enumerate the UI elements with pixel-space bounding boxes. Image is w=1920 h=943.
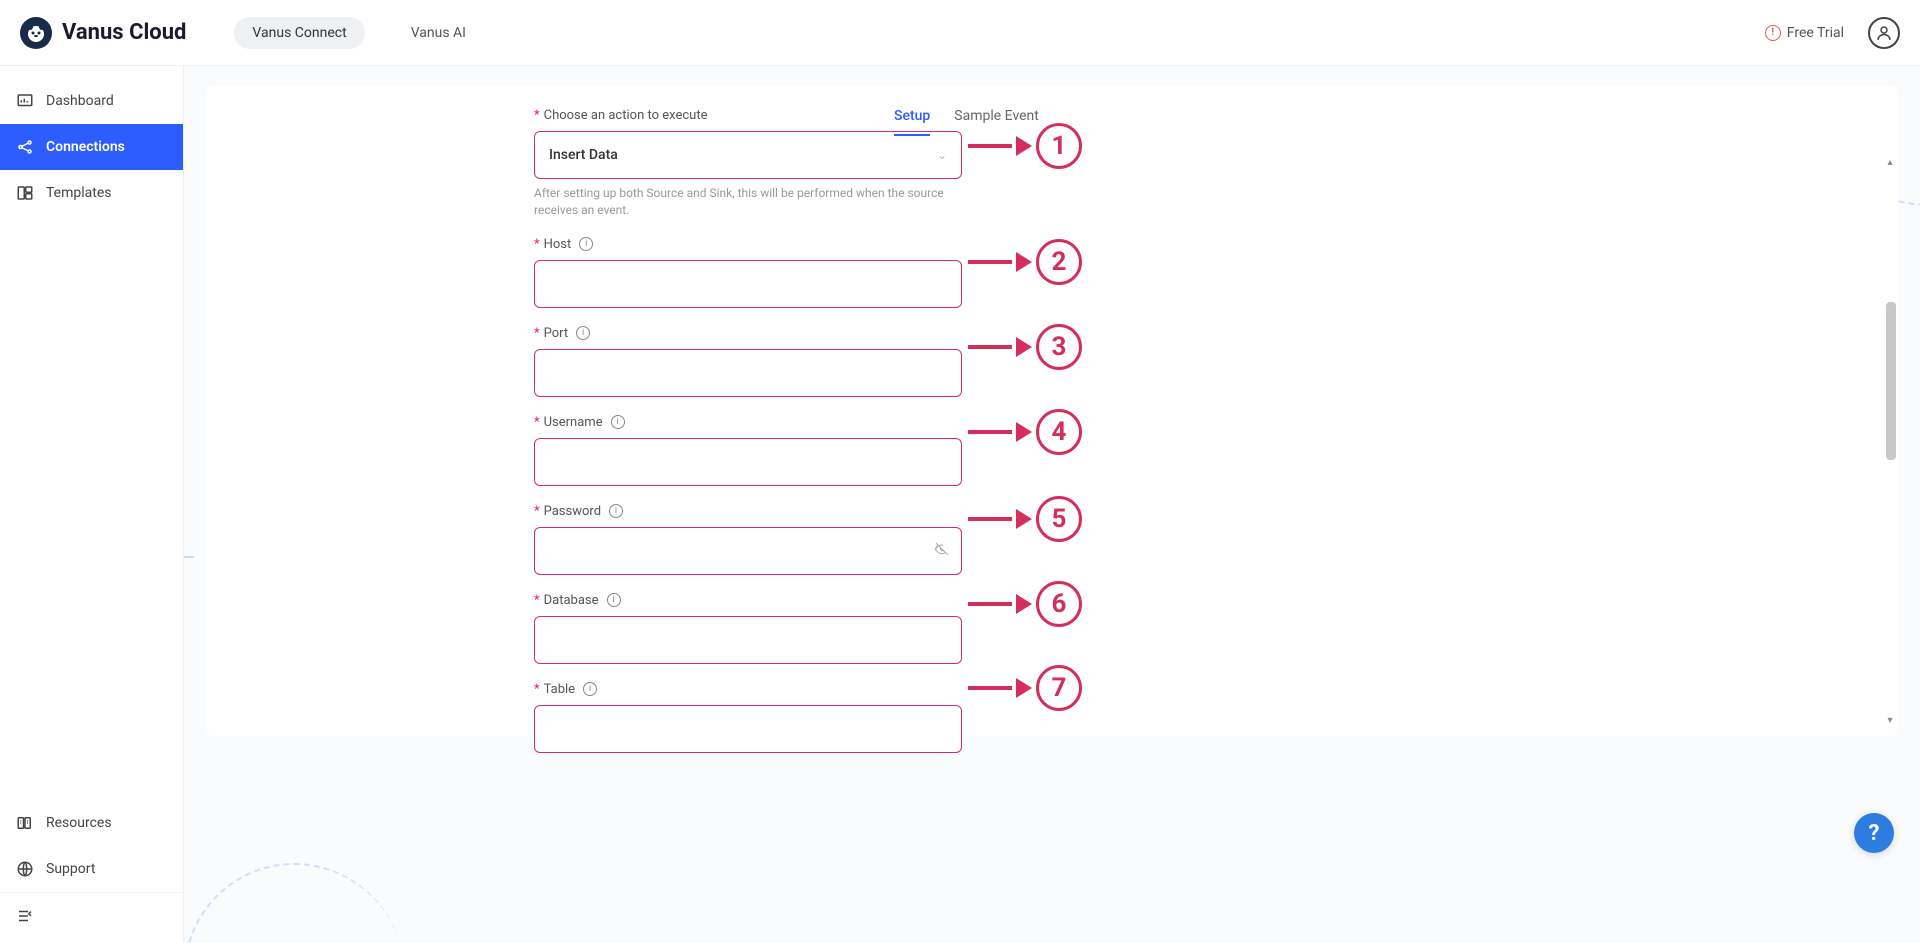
- brand-block: Vanus Cloud: [20, 17, 186, 49]
- help-fab-button[interactable]: ?: [1854, 813, 1894, 853]
- field-host: * Host i: [534, 237, 886, 308]
- info-icon[interactable]: i: [609, 504, 623, 518]
- field-username: * Username i: [534, 415, 886, 486]
- label-text: Host: [544, 237, 572, 252]
- nav-tab-connect[interactable]: Vanus Connect: [234, 17, 364, 49]
- label-text: Database: [544, 593, 599, 608]
- label-host: * Host i: [534, 237, 886, 252]
- user-icon: [1875, 24, 1893, 42]
- label-text: Table: [544, 682, 575, 697]
- alert-icon: !: [1765, 25, 1781, 41]
- tab-sample-event[interactable]: Sample Event: [954, 108, 1039, 136]
- sidebar-label: Templates: [46, 185, 112, 201]
- scroll-track[interactable]: ▴ ▾: [1884, 158, 1896, 726]
- scroll-down-icon[interactable]: ▾: [1887, 716, 1892, 726]
- user-avatar-button[interactable]: [1868, 17, 1900, 49]
- app-shell: Dashboard Connections Templates Resource…: [0, 66, 1920, 943]
- sidebar-collapse-button[interactable]: [0, 892, 183, 943]
- label-database: * Database i: [534, 593, 886, 608]
- header-right: ! Free Trial: [1765, 17, 1900, 49]
- required-star: *: [534, 504, 540, 519]
- connections-icon: [16, 138, 34, 156]
- collapse-icon: [16, 907, 34, 925]
- info-icon[interactable]: i: [583, 682, 597, 696]
- sidebar-item-connections[interactable]: Connections: [0, 124, 183, 170]
- brand-text: Vanus Cloud: [62, 20, 186, 45]
- field-table: * Table i: [534, 682, 886, 753]
- label-username: * Username i: [534, 415, 886, 430]
- label-action: * Choose an action to execute: [534, 108, 886, 123]
- free-trial-label: Free Trial: [1787, 25, 1844, 41]
- free-trial-button[interactable]: ! Free Trial: [1765, 25, 1844, 41]
- field-action: * Choose an action to execute Insert Dat…: [534, 108, 886, 219]
- required-star: *: [534, 682, 540, 697]
- scroll-thumb[interactable]: [1886, 302, 1896, 460]
- required-star: *: [534, 237, 540, 252]
- required-star: *: [534, 108, 540, 123]
- sidebar-label: Support: [46, 861, 95, 877]
- sidebar-spacer: [0, 216, 183, 800]
- info-icon[interactable]: i: [579, 237, 593, 251]
- label-text: Choose an action to execute: [544, 108, 708, 123]
- dashboard-icon: [16, 92, 34, 110]
- sidebar-label: Connections: [46, 139, 125, 155]
- app-header: Vanus Cloud Vanus Connect Vanus AI ! Fre…: [0, 0, 1920, 66]
- resources-icon: [16, 814, 34, 832]
- sidebar-label: Dashboard: [46, 93, 114, 109]
- sidebar-label: Resources: [46, 815, 112, 831]
- label-password: * Password i: [534, 504, 886, 519]
- label-port: * Port i: [534, 326, 886, 341]
- field-port: * Port i: [534, 326, 886, 397]
- select-value: Insert Data: [549, 147, 618, 163]
- tab-setup[interactable]: Setup: [894, 108, 930, 136]
- required-star: *: [534, 415, 540, 430]
- sidebar-item-support[interactable]: Support: [0, 846, 183, 892]
- sidebar-item-resources[interactable]: Resources: [0, 800, 183, 846]
- sidebar: Dashboard Connections Templates Resource…: [0, 66, 184, 943]
- decorative-tick: [184, 556, 194, 558]
- form-block: * Choose an action to execute Insert Dat…: [534, 108, 886, 753]
- mascot-icon: [24, 21, 48, 45]
- field-database: * Database i: [534, 593, 886, 664]
- templates-icon: [16, 184, 34, 202]
- required-star: *: [534, 326, 540, 341]
- decorative-curve: [184, 863, 404, 943]
- required-star: *: [534, 593, 540, 608]
- preview-tabs: Setup Sample Event: [894, 108, 1890, 136]
- label-text: Username: [544, 415, 603, 430]
- globe-icon: [16, 860, 34, 878]
- info-icon[interactable]: i: [607, 593, 621, 607]
- logo-icon: [20, 17, 52, 49]
- main-area: * Choose an action to execute Insert Dat…: [184, 66, 1920, 943]
- info-icon[interactable]: i: [576, 326, 590, 340]
- field-password: * Password i: [534, 504, 886, 575]
- top-nav: Vanus Connect Vanus AI: [234, 17, 484, 49]
- scroll-up-icon[interactable]: ▴: [1887, 158, 1892, 168]
- form-column: * Choose an action to execute Insert Dat…: [206, 86, 886, 736]
- label-text: Password: [544, 504, 601, 519]
- info-icon[interactable]: i: [611, 415, 625, 429]
- sidebar-item-dashboard[interactable]: Dashboard: [0, 78, 183, 124]
- preview-panel: Setup Sample Event: [886, 86, 1898, 736]
- label-text: Port: [544, 326, 569, 341]
- content-card: * Choose an action to execute Insert Dat…: [206, 86, 1898, 736]
- sidebar-item-templates[interactable]: Templates: [0, 170, 183, 216]
- nav-tab-ai[interactable]: Vanus AI: [393, 17, 484, 49]
- label-table: * Table i: [534, 682, 886, 697]
